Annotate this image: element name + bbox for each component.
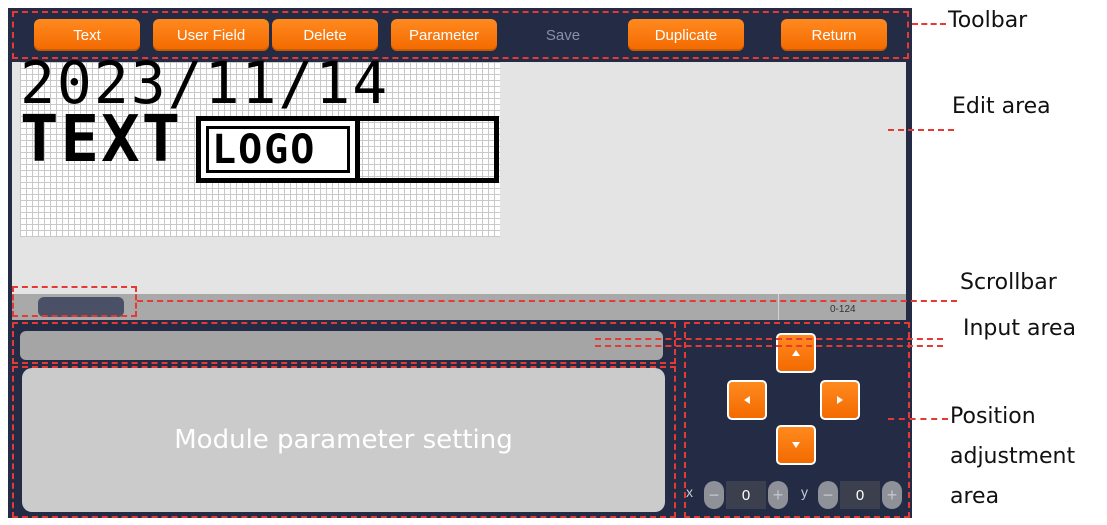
logo-divider bbox=[355, 116, 360, 183]
save-button[interactable]: Save bbox=[510, 19, 616, 51]
delete-button[interactable]: Delete bbox=[272, 19, 378, 51]
edit-area-leader bbox=[888, 129, 954, 131]
toolbar-leader bbox=[912, 23, 946, 25]
scrollbar-divider bbox=[778, 294, 779, 320]
scroll-range-label: 0-124 bbox=[830, 304, 856, 315]
position-callout-line2: adjustment bbox=[950, 444, 1076, 469]
move-left-button[interactable] bbox=[727, 380, 767, 420]
scrollbar-callout: Scrollbar bbox=[960, 270, 1057, 295]
logo-text: LOGO bbox=[212, 127, 317, 173]
arrow-up-icon bbox=[792, 350, 800, 356]
scrollbar[interactable] bbox=[12, 294, 906, 320]
input-area-callout: Input area bbox=[963, 316, 1077, 341]
text-element[interactable]: TEXT bbox=[20, 108, 182, 172]
input-field[interactable] bbox=[20, 331, 663, 360]
edit-area-callout: Edit area bbox=[952, 94, 1051, 119]
scrollbar-leader bbox=[137, 300, 957, 302]
position-leader bbox=[888, 418, 948, 420]
arrow-left-icon bbox=[744, 396, 750, 404]
toolbar-callout: Toolbar bbox=[948, 8, 1028, 33]
position-callout-line3: area bbox=[950, 484, 1000, 509]
duplicate-button[interactable]: Duplicate bbox=[628, 19, 744, 51]
arrow-down-icon bbox=[792, 442, 800, 448]
user-field-button[interactable]: User Field bbox=[153, 19, 269, 51]
module-parameter-placeholder: Module parameter setting bbox=[174, 425, 513, 455]
y-decrement-button[interactable]: − bbox=[818, 481, 838, 509]
position-callout-line1: Position bbox=[950, 404, 1036, 429]
move-down-button[interactable] bbox=[776, 425, 816, 465]
y-value[interactable]: 0 bbox=[840, 481, 880, 509]
input-area-leader bbox=[595, 338, 943, 340]
x-value[interactable]: 0 bbox=[726, 481, 766, 509]
x-label: x bbox=[686, 484, 693, 500]
scrollbar-thumb[interactable] bbox=[38, 297, 124, 317]
x-increment-button[interactable]: + bbox=[768, 481, 788, 509]
return-button[interactable]: Return bbox=[781, 19, 887, 51]
parameter-button[interactable]: Parameter bbox=[391, 19, 497, 51]
y-label: y bbox=[801, 484, 808, 500]
input-area-leader-2 bbox=[595, 345, 943, 347]
text-button[interactable]: Text bbox=[34, 19, 140, 51]
move-right-button[interactable] bbox=[820, 380, 860, 420]
y-increment-button[interactable]: + bbox=[882, 481, 902, 509]
arrow-right-icon bbox=[837, 396, 843, 404]
x-decrement-button[interactable]: − bbox=[704, 481, 724, 509]
